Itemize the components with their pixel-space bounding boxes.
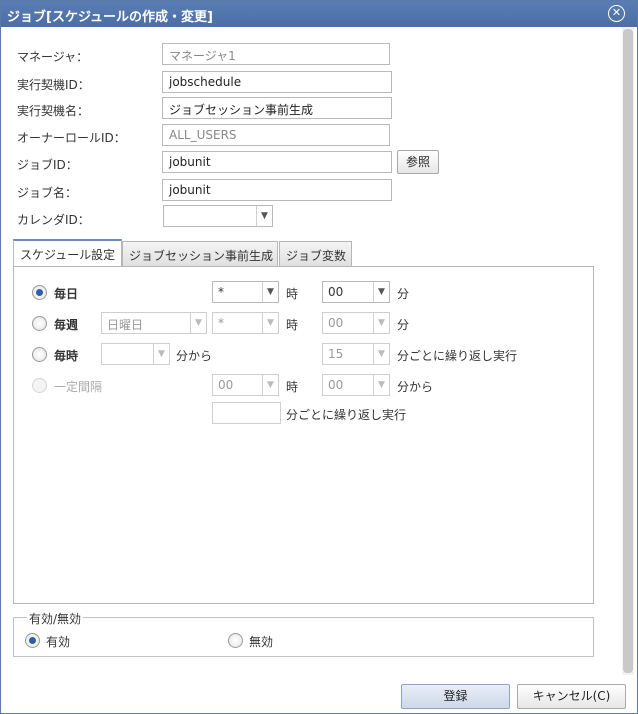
- hourly-repeat-unit: 分ごとに繰り返し実行: [397, 349, 518, 363]
- chevron-down-icon: ▼: [262, 375, 278, 395]
- schedule-id-label: 実行契機ID：: [17, 78, 90, 92]
- interval-hour-select[interactable]: 00 ▼: [212, 374, 279, 396]
- weekly-minute-select[interactable]: 00 ▼: [322, 312, 390, 334]
- schedule-name-input[interactable]: ジョブセッション事前生成: [162, 97, 392, 119]
- interval-minute-value: 00: [328, 378, 344, 392]
- interval-minute-select[interactable]: 00 ▼: [322, 374, 390, 396]
- daily-radio[interactable]: [32, 285, 47, 300]
- hourly-interval-value: 15: [328, 347, 344, 361]
- invalid-radio[interactable]: [228, 633, 243, 648]
- weekly-day-select[interactable]: 日曜日 ▼: [101, 312, 207, 334]
- owner-role-label: オーナーロールID：: [17, 131, 126, 145]
- daily-minute-unit: 分: [397, 287, 410, 301]
- daily-hour-unit: 時: [286, 287, 299, 301]
- schedule-dialog: ジョブ[スケジュールの作成・変更] ✕ マネージャ： マネージャ1 実行契機ID…: [0, 0, 638, 714]
- interval-hour-value: 00: [218, 378, 234, 392]
- weekly-hour-select[interactable]: * ▼: [212, 312, 279, 334]
- reference-button[interactable]: 参照: [397, 150, 439, 174]
- chevron-down-icon: ▼: [373, 313, 389, 333]
- chevron-down-icon: ▼: [373, 344, 389, 364]
- invalid-label: 無効: [249, 635, 274, 649]
- weekly-label: 毎週: [54, 318, 79, 332]
- daily-minute-value: 00: [328, 285, 344, 299]
- daily-minute-select[interactable]: 00 ▼: [322, 281, 390, 303]
- daily-hour-value: *: [218, 285, 224, 299]
- hourly-from-unit: 分から: [176, 349, 213, 363]
- interval-radio[interactable]: [32, 378, 47, 393]
- register-button[interactable]: 登録: [401, 684, 510, 709]
- validity-legend: 有効/無効: [27, 610, 84, 627]
- job-id-input[interactable]: jobunit: [162, 151, 392, 173]
- hourly-label: 毎時: [54, 349, 79, 363]
- cancel-button[interactable]: キャンセル(C): [517, 684, 626, 709]
- valid-label: 有効: [46, 635, 71, 649]
- hourly-interval-select[interactable]: 15 ▼: [322, 343, 390, 365]
- weekly-hour-value: *: [218, 316, 224, 330]
- vertical-scrollbar[interactable]: [622, 27, 634, 675]
- weekly-minute-unit: 分: [397, 318, 410, 332]
- tab-job-variables[interactable]: ジョブ変数: [279, 241, 352, 266]
- weekly-minute-value: 00: [328, 316, 344, 330]
- interval-hour-unit: 時: [286, 380, 299, 394]
- daily-hour-select[interactable]: * ▼: [212, 281, 279, 303]
- schedule-id-input[interactable]: jobschedule: [162, 71, 392, 93]
- manager-label: マネージャ：: [17, 50, 89, 64]
- job-name-input[interactable]: jobunit: [162, 179, 392, 201]
- chevron-down-icon: ▼: [373, 282, 389, 302]
- weekly-day-value: 日曜日: [107, 318, 144, 332]
- weekly-radio[interactable]: [32, 316, 47, 331]
- tab-session-pregeneration[interactable]: ジョブセッション事前生成: [122, 241, 278, 266]
- owner-role-field: ALL_USERS: [162, 124, 390, 146]
- hourly-from-select[interactable]: ▼: [101, 343, 170, 365]
- valid-radio[interactable]: [25, 633, 40, 648]
- chevron-down-icon: ▼: [153, 344, 169, 364]
- hourly-radio[interactable]: [32, 347, 47, 362]
- scrollbar-thumb[interactable]: [623, 29, 633, 673]
- chevron-down-icon: ▼: [262, 282, 278, 302]
- daily-label: 毎日: [54, 287, 79, 301]
- interval-label: 一定間隔: [54, 380, 103, 394]
- job-id-label: ジョブID：: [17, 158, 78, 172]
- schedule-name-label: 実行契機名：: [17, 104, 90, 118]
- title-bar: ジョブ[スケジュールの作成・変更] ✕: [1, 1, 637, 27]
- chevron-down-icon: ▼: [256, 206, 272, 226]
- interval-repeat-unit: 分ごとに繰り返し実行: [286, 408, 407, 422]
- tab-schedule-settings[interactable]: スケジュール設定: [13, 239, 122, 267]
- interval-repeat-input[interactable]: [212, 402, 281, 424]
- weekly-hour-unit: 時: [286, 318, 299, 332]
- job-name-label: ジョブ名：: [17, 186, 78, 200]
- dialog-title: ジョブ[スケジュールの作成・変更]: [7, 10, 213, 25]
- manager-field: マネージャ1: [162, 43, 390, 65]
- close-icon[interactable]: ✕: [608, 5, 625, 22]
- interval-from-unit: 分から: [397, 380, 434, 394]
- chevron-down-icon: ▼: [190, 313, 206, 333]
- validity-group: [13, 617, 594, 657]
- chevron-down-icon: ▼: [262, 313, 278, 333]
- chevron-down-icon: ▼: [373, 375, 389, 395]
- calendar-select[interactable]: ▼: [163, 205, 273, 227]
- calendar-label: カレンダID：: [17, 213, 90, 227]
